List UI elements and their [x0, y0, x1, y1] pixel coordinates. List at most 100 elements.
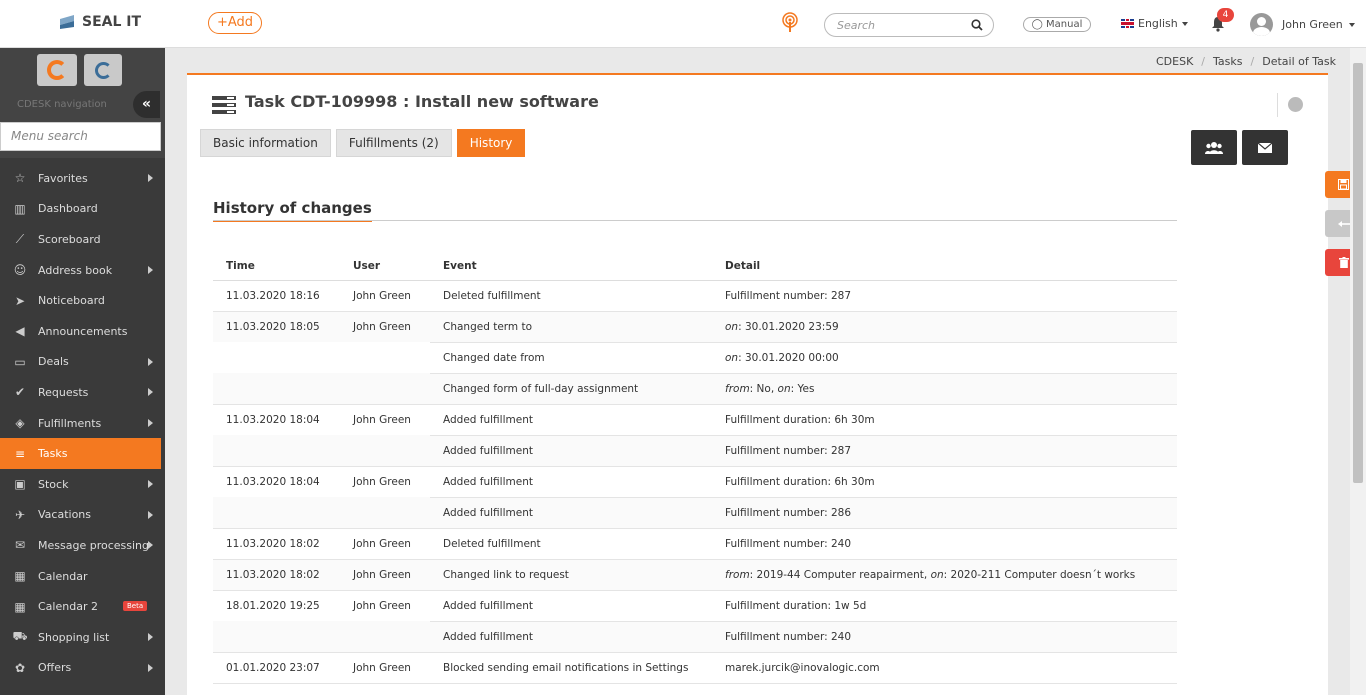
- chevron-right-icon: [148, 541, 153, 550]
- avatar[interactable]: [1250, 13, 1273, 36]
- sidebar-item-message-processing[interactable]: ✉ Message processing: [0, 530, 161, 561]
- cell-time: [213, 435, 340, 467]
- sidebar-item-favorites[interactable]: ☆ Favorites: [0, 163, 161, 194]
- sidebar-item-label: Favorites: [38, 171, 88, 185]
- cell-event: Added fulfillment: [430, 497, 712, 529]
- table-row: 01.01.2020 23:07 John Green Blocked sendin…: [213, 652, 1177, 684]
- breadcrumb: CDESK / Tasks / Detail of Task: [1156, 55, 1336, 68]
- beta-badge: Beta: [123, 601, 148, 612]
- email-button[interactable]: [1242, 130, 1288, 165]
- cell-time: 01.01.2020 23:07: [213, 652, 340, 684]
- tab-fulfillments[interactable]: Fulfillments (2): [335, 129, 452, 157]
- chevron-right-icon: [148, 663, 153, 672]
- team-button[interactable]: [1191, 130, 1237, 165]
- language-selector[interactable]: English: [1121, 17, 1188, 30]
- sidebar-item-label: Shopping list: [38, 630, 110, 644]
- detail-value: Fulfillment number: 240: [725, 537, 851, 550]
- global-search-input[interactable]: Search: [824, 13, 994, 37]
- detail-value: Fulfillment number: 240: [725, 630, 851, 643]
- sidebar-item-offers[interactable]: ✿ Offers: [0, 653, 161, 684]
- detail-value: : No,: [749, 382, 778, 395]
- breadcrumb-item[interactable]: Tasks: [1213, 55, 1242, 68]
- sidebar-item-vacations[interactable]: ✈ Vacations: [0, 500, 161, 531]
- cell-detail: marek.jurcik@inovalogic.com: [712, 652, 1177, 684]
- main-panel: Task CDT-109998 : Install new software B…: [187, 73, 1328, 695]
- table-row: Added fulfillment Fulfillment number: 240: [213, 621, 1177, 653]
- sidebar-item-label: Scoreboard: [38, 232, 101, 246]
- cell-user: John Green: [340, 528, 430, 560]
- cdesk-orange-button[interactable]: [37, 54, 77, 86]
- detail-qualifier: from: [725, 568, 750, 581]
- tab-bar: Basic information Fulfillments (2) History: [200, 129, 526, 157]
- cell-detail: Fulfillment number: 286: [712, 497, 1177, 529]
- sidebar-item-announcements[interactable]: ◀ Announcements: [0, 316, 161, 347]
- tab-basic[interactable]: Basic information: [200, 129, 331, 157]
- manual-label: Manual: [1046, 19, 1083, 30]
- sidebar-item-noticeboard[interactable]: ➤ Noticeboard: [0, 285, 161, 316]
- manual-button[interactable]: ◯ Manual: [1023, 17, 1091, 32]
- table-row: 11.03.2020 18:04 John Green Added fulfillm…: [213, 466, 1177, 498]
- megaphone-icon: ◀: [15, 324, 25, 339]
- cell-event: Changed date from: [430, 342, 712, 374]
- app-logo[interactable]: SEAL IT: [58, 13, 141, 31]
- cell-time: 11.03.2020 18:16: [213, 280, 340, 312]
- detail-value: : 2019-44 Computer reapairment,: [749, 568, 931, 581]
- cell-detail: Fulfillment number: 287: [712, 280, 1177, 312]
- sidebar-menu: ☆ Favorites ▥ Dashboard ⟋ Scoreboard ☺ Address …: [0, 163, 161, 683]
- cell-detail: Fulfillment number: 240: [712, 528, 1177, 560]
- detail-value: Fulfillment number: 287: [725, 289, 851, 302]
- top-bar: SEAL IT +Add Search ◯ Manual English 4 J…: [0, 0, 1366, 48]
- column-header-time: Time: [213, 252, 340, 281]
- cell-time: [213, 497, 340, 529]
- sidebar-item-label: Message processing: [38, 538, 149, 552]
- scrollbar-thumb[interactable]: [1353, 63, 1363, 483]
- sidebar-item-calendar[interactable]: ▦ Calendar: [0, 561, 161, 592]
- tab-history[interactable]: History: [456, 129, 526, 157]
- calendar-icon: ▦: [14, 599, 26, 614]
- breadcrumb-item[interactable]: CDESK: [1156, 55, 1193, 68]
- sidebar-item-shopping-list[interactable]: ⛟ Shopping list: [0, 622, 161, 653]
- detail-qualifier: on: [725, 320, 739, 333]
- cell-user: [340, 621, 430, 653]
- sidebar-item-stock[interactable]: ▣ Stock: [0, 469, 161, 500]
- add-button[interactable]: +Add: [208, 12, 263, 34]
- cube-icon: ◈: [15, 416, 25, 431]
- table-row: 11.03.2020 18:16 John Green Deleted fulfil…: [213, 280, 1177, 312]
- cell-detail: from: 2019-44 Computer reapairment, on: …: [712, 559, 1177, 591]
- sidebar-item-dashboard[interactable]: ▥ Dashboard: [0, 194, 161, 225]
- check-circle-icon: ✔: [14, 385, 26, 400]
- chevron-right-icon: [148, 357, 153, 366]
- detail-value: marek.jurcik@inovalogic.com: [725, 661, 880, 674]
- cdesk-blue-button[interactable]: [84, 54, 122, 86]
- card-icon: ▭: [14, 354, 26, 369]
- user-name: John Green: [1282, 18, 1343, 31]
- sidebar-item-label: Announcements: [38, 324, 128, 338]
- sidebar-item-tasks[interactable]: ≡ Tasks: [0, 438, 161, 469]
- envelope-icon: [1258, 142, 1272, 153]
- cell-user: John Green: [353, 475, 411, 488]
- cell-event: Blocked sending email notifications in S…: [430, 652, 712, 684]
- scrollbar[interactable]: [1350, 48, 1366, 695]
- sidebar-item-requests[interactable]: ✔ Requests: [0, 377, 161, 408]
- sidebar-item-scoreboard[interactable]: ⟋ Scoreboard: [0, 224, 161, 255]
- user-menu[interactable]: John Green: [1282, 18, 1355, 31]
- table-row: 11.03.2020 18:04 John Green Added fulfillm…: [213, 404, 1177, 436]
- cell-detail: Fulfillment duration: 6h 30m: [712, 404, 1177, 436]
- cell-event: Deleted fulfillment: [430, 528, 712, 560]
- broadcast-icon[interactable]: [780, 12, 800, 34]
- cell-time: 18.01.2020 19:25: [226, 599, 320, 612]
- sidebar-item-label: Requests: [38, 385, 89, 399]
- sidebar-item-calendar-2[interactable]: ▦ Calendar 2 Beta: [0, 591, 161, 622]
- sidebar-item-label: Stock: [38, 477, 69, 491]
- line-chart-icon: ⟋: [15, 231, 25, 246]
- sidebar-item-address-book[interactable]: ☺ Address book: [0, 255, 161, 286]
- expand-icon[interactable]: [1288, 97, 1303, 112]
- sidebar-item-deals[interactable]: ▭ Deals: [0, 347, 161, 378]
- menu-search-input[interactable]: Menu search: [0, 122, 161, 151]
- search-icon[interactable]: [971, 19, 983, 31]
- chevron-down-icon: [1348, 22, 1355, 27]
- chevron-right-icon: [148, 479, 153, 488]
- cell-user: John Green: [353, 413, 411, 426]
- sidebar-item-fulfillments[interactable]: ◈ Fulfillments: [0, 408, 161, 439]
- collapse-sidebar-button[interactable]: «: [133, 91, 160, 118]
